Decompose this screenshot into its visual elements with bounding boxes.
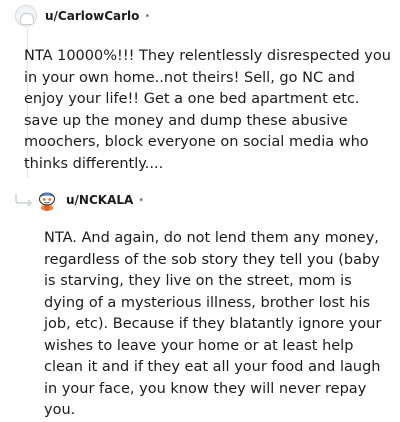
username-link[interactable]: u/CarlowCarlo (45, 9, 139, 23)
comment-header: u/NCKALA • (36, 189, 144, 211)
comment-body: NTA 10000%!!! They relentlessly disrespe… (24, 48, 391, 172)
username-link[interactable]: u/NCKALA (66, 193, 133, 207)
user-avatar-icon[interactable] (15, 5, 37, 27)
comment-header: u/CarlowCarlo • (15, 5, 150, 27)
separator-dot: • (138, 194, 145, 206)
user-avatar-icon[interactable] (36, 189, 58, 211)
separator-dot: • (144, 10, 151, 22)
comment-body: NTA. And again, do not lend them any mon… (44, 230, 382, 418)
reply-thread-connector-icon (15, 194, 33, 206)
